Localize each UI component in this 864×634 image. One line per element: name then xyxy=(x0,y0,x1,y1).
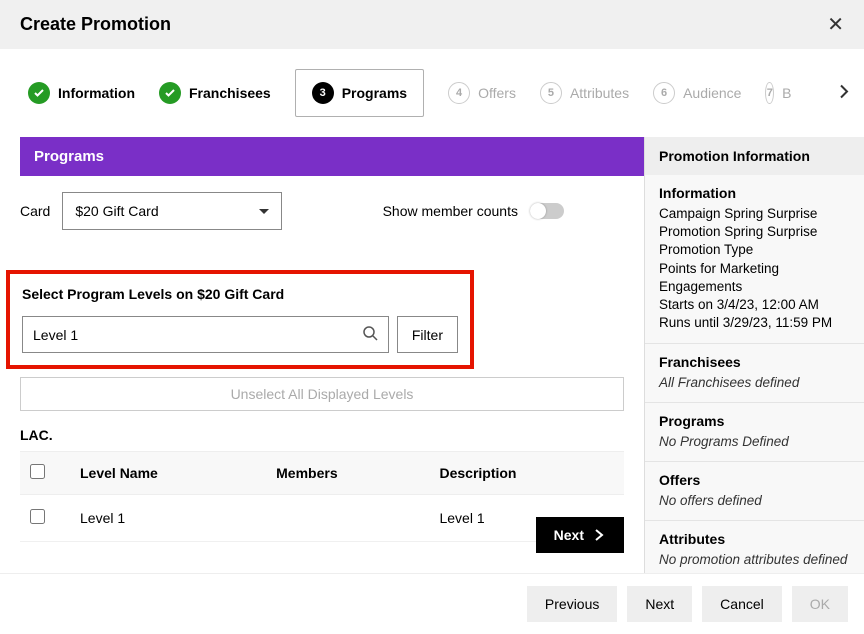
info-line: Runs until 3/29/23, 11:59 PM xyxy=(659,314,850,332)
sidebar-section-franchisees: Franchisees All Franchisees defined xyxy=(645,344,864,403)
sidebar-section-programs: Programs No Programs Defined xyxy=(645,403,864,462)
next-step-button[interactable]: Next xyxy=(536,517,624,553)
col-description: Description xyxy=(429,452,624,495)
step-label: Offers xyxy=(478,85,516,101)
sidebar-header: Promotion Information xyxy=(645,137,864,175)
sidebar-section-information: Information Campaign Spring Surprise Pro… xyxy=(645,175,864,344)
check-icon xyxy=(28,82,50,104)
step-offers: 4 Offers xyxy=(448,82,516,104)
sidebar-info-label: Information xyxy=(659,185,850,201)
step-number-icon: 5 xyxy=(540,82,562,104)
step-number-icon: 6 xyxy=(653,82,675,104)
step-information[interactable]: Information xyxy=(28,82,135,104)
programs-banner: Programs xyxy=(20,137,644,176)
stepper: Information Franchisees 3 Programs 4 Off… xyxy=(0,49,864,137)
step-cutoff: 7 B xyxy=(765,82,791,104)
dialog-footer: Previous Next Cancel OK xyxy=(0,573,864,634)
col-members: Members xyxy=(266,452,429,495)
filter-button[interactable]: Filter xyxy=(397,316,458,353)
section-text: No promotion attributes defined xyxy=(659,551,850,569)
info-line: Promotion Type xyxy=(659,241,850,259)
section-label: Programs xyxy=(659,413,850,429)
unselect-all-button[interactable]: Unselect All Displayed Levels xyxy=(20,377,624,411)
next-label: Next xyxy=(554,527,584,543)
step-label: B xyxy=(782,85,791,101)
step-label: Information xyxy=(58,85,135,101)
lac-section-title: LAC. xyxy=(20,427,624,443)
dialog-title: Create Promotion xyxy=(20,14,171,35)
step-label: Programs xyxy=(342,85,407,101)
check-icon xyxy=(159,82,181,104)
step-label: Franchisees xyxy=(189,85,271,101)
member-counts-label: Show member counts xyxy=(383,203,518,219)
level-search-input[interactable] xyxy=(33,327,362,343)
next-button[interactable]: Next xyxy=(627,586,692,622)
promotion-info-panel: Promotion Information Information Campai… xyxy=(644,137,864,573)
section-label: Franchisees xyxy=(659,354,850,370)
info-line: Campaign Spring Surprise xyxy=(659,205,850,223)
steps-scroll-right-button[interactable] xyxy=(836,84,852,103)
section-text: No Programs Defined xyxy=(659,433,850,451)
step-number-icon: 3 xyxy=(312,82,334,104)
step-franchisees[interactable]: Franchisees xyxy=(159,82,271,104)
step-attributes: 5 Attributes xyxy=(540,82,629,104)
card-select[interactable]: $20 Gift Card xyxy=(62,192,282,230)
info-line: Promotion Spring Surprise xyxy=(659,223,850,241)
step-label: Audience xyxy=(683,85,741,101)
search-icon xyxy=(362,325,378,344)
step-number-icon: 4 xyxy=(448,82,470,104)
sidebar-section-offers: Offers No offers defined xyxy=(645,462,864,521)
ok-button: OK xyxy=(792,586,848,622)
section-label: Offers xyxy=(659,472,850,488)
info-line: Points for Marketing Engagements xyxy=(659,260,850,296)
chevron-right-icon xyxy=(592,528,606,542)
sidebar-section-attributes: Attributes No promotion attributes defin… xyxy=(645,521,864,573)
cancel-button[interactable]: Cancel xyxy=(702,586,782,622)
toggle-knob xyxy=(530,203,546,219)
cell-level-name: Level 1 xyxy=(70,495,266,542)
card-label: Card xyxy=(20,203,50,219)
dialog-header: Create Promotion ✕ xyxy=(0,0,864,49)
card-select-value: $20 Gift Card xyxy=(75,203,158,219)
select-all-checkbox[interactable] xyxy=(30,464,45,479)
step-programs[interactable]: 3 Programs xyxy=(295,69,424,117)
section-text: No offers defined xyxy=(659,492,850,510)
step-audience: 6 Audience xyxy=(653,82,741,104)
chevron-down-icon xyxy=(259,209,269,214)
section-label: Attributes xyxy=(659,531,850,547)
member-counts-toggle[interactable] xyxy=(530,203,564,219)
step-number-icon: 7 xyxy=(765,82,774,104)
select-levels-title: Select Program Levels on $20 Gift Card xyxy=(22,286,458,302)
row-checkbox[interactable] xyxy=(30,509,45,524)
close-button[interactable]: ✕ xyxy=(827,12,844,37)
previous-button[interactable]: Previous xyxy=(527,586,617,622)
table-row[interactable]: Level 1 Level 1 xyxy=(20,495,624,542)
info-line: Starts on 3/4/23, 12:00 AM xyxy=(659,296,850,314)
cell-members xyxy=(266,495,429,542)
levels-table: Level Name Members Description Level 1 L… xyxy=(20,451,624,542)
step-label: Attributes xyxy=(570,85,629,101)
section-text: All Franchisees defined xyxy=(659,374,850,392)
sidebar-info-lines: Campaign Spring Surprise Promotion Sprin… xyxy=(659,205,850,333)
highlighted-filter-region: Select Program Levels on $20 Gift Card F… xyxy=(6,270,474,369)
level-search-input-wrap[interactable] xyxy=(22,316,389,353)
col-level-name: Level Name xyxy=(70,452,266,495)
